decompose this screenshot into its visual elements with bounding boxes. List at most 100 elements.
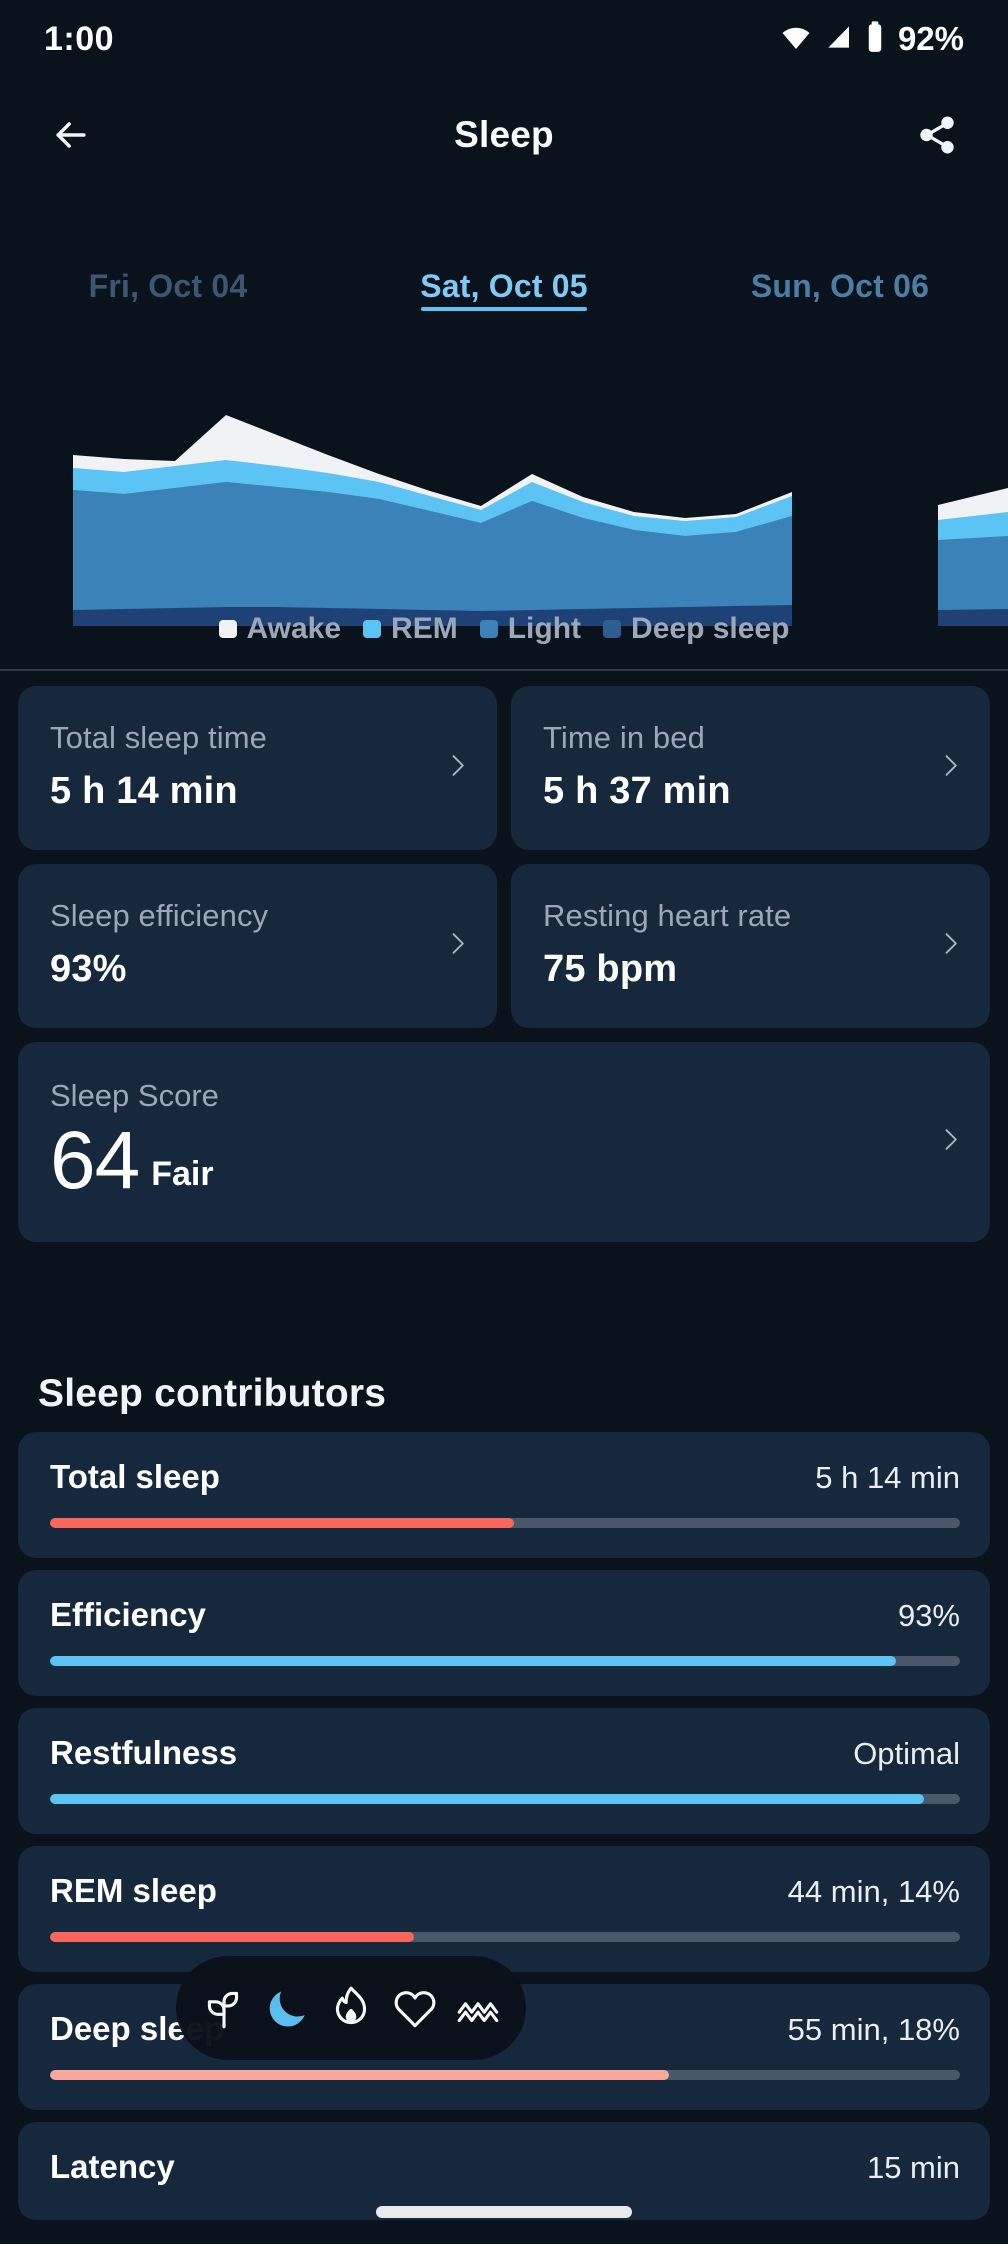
sleep-score-label: Sleep Score	[50, 1078, 219, 1113]
contributor-name: Restfulness	[50, 1734, 238, 1771]
sprout-icon[interactable]	[198, 1982, 250, 2034]
metric-card-grid: Total sleep time 5 h 14 min Time in bed …	[0, 686, 1008, 1242]
page-title: Sleep	[454, 114, 554, 155]
legend-item-awake: Awake	[218, 612, 342, 646]
contributor-value: 44 min, 14%	[787, 1874, 960, 1909]
progress-fill	[50, 1794, 924, 1804]
floating-nav-bar[interactable]	[176, 1956, 526, 2060]
sleep-score-row: 64 Fair	[50, 1120, 960, 1202]
sleep-screen: 1:00 92% Sleep Fri, Oct 04 Sat, Oct 05 S…	[0, 0, 1008, 2244]
progress-track	[50, 1932, 960, 1942]
date-tab-strip[interactable]: Fri, Oct 04 Sat, Oct 05 Sun, Oct 06	[0, 262, 1008, 342]
legend-item-light: Light	[479, 612, 582, 646]
contributor-header: Total sleep 5 h 14 min	[50, 1458, 960, 1496]
date-tab-label: Sun, Oct 06	[750, 268, 930, 304]
contributor-value: 15 min	[866, 2150, 960, 2185]
battery-percent: 92%	[897, 20, 964, 57]
chevron-right-icon	[443, 924, 471, 969]
app-header: Sleep	[0, 88, 1008, 182]
chevron-right-icon	[936, 924, 964, 969]
legend-swatch-deep	[603, 620, 622, 638]
status-indicators: 92%	[779, 20, 964, 59]
back-button[interactable]	[44, 108, 98, 162]
card-resting-heart-rate[interactable]: Resting heart rate 75 bpm	[511, 864, 990, 1028]
sleep-contributors-heading: Sleep contributors	[38, 1372, 387, 1415]
share-button[interactable]	[910, 108, 964, 162]
card-value: 5 h 14 min	[50, 770, 238, 812]
contributor-value: 93%	[897, 1598, 960, 1633]
progress-track	[50, 1518, 960, 1528]
contributor-row-efficiency[interactable]: Efficiency 93%	[18, 1570, 990, 1696]
chart-legend: Awake REM Light Deep sleep	[0, 612, 1008, 646]
date-tab-label: Sat, Oct 05	[420, 268, 588, 304]
chevron-right-icon	[936, 1120, 964, 1165]
contributor-name: REM sleep	[50, 1872, 217, 1909]
contributor-row-restfulness[interactable]: Restfulness Optimal	[18, 1708, 990, 1834]
progress-fill	[50, 1656, 897, 1666]
date-tab-current[interactable]: Sat, Oct 05	[336, 262, 672, 311]
card-label: Sleep efficiency	[50, 898, 269, 933]
card-sleep-score[interactable]: Sleep Score 64 Fair	[18, 1042, 990, 1242]
progress-track	[50, 1794, 960, 1804]
status-clock: 1:00	[44, 19, 115, 58]
sleep-contributors-list: Total sleep 5 h 14 min Efficiency 93% Re…	[0, 1432, 1008, 2232]
contributor-header: Latency 15 min	[50, 2148, 960, 2186]
heart-icon[interactable]	[389, 1982, 441, 2034]
contributor-name: Total sleep	[50, 1458, 220, 1495]
card-label: Time in bed	[543, 720, 705, 755]
card-label: Resting heart rate	[543, 898, 792, 933]
metric-card-row-1: Total sleep time 5 h 14 min Time in bed …	[18, 686, 990, 850]
activity-icon[interactable]	[452, 1982, 504, 2034]
chevron-right-icon	[936, 746, 964, 791]
contributor-name: Latency	[50, 2148, 175, 2185]
legend-item-deep: Deep sleep	[603, 612, 789, 646]
date-tab-label: Fri, Oct 04	[88, 268, 248, 304]
status-bar: 1:00 92%	[0, 0, 1008, 78]
progress-fill	[50, 1932, 414, 1942]
date-tab-next[interactable]: Sun, Oct 06	[672, 262, 1008, 305]
home-indicator	[376, 2206, 632, 2218]
card-time-in-bed[interactable]: Time in bed 5 h 37 min	[511, 686, 990, 850]
card-total-sleep-time[interactable]: Total sleep time 5 h 14 min	[18, 686, 497, 850]
legend-swatch-awake	[218, 620, 237, 638]
contributor-row-rem-sleep[interactable]: REM sleep 44 min, 14%	[18, 1846, 990, 1972]
contributor-header: Efficiency 93%	[50, 1596, 960, 1634]
legend-label-deep: Deep sleep	[631, 612, 790, 645]
progress-fill	[50, 1518, 515, 1528]
contributor-name: Efficiency	[50, 1596, 206, 1633]
contributor-value: Optimal	[853, 1736, 960, 1771]
card-value: 5 h 37 min	[543, 770, 731, 812]
legend-swatch-rem	[363, 620, 382, 638]
metric-card-row-2: Sleep efficiency 93% Resting heart rate …	[18, 864, 990, 1028]
active-tab-underline	[421, 307, 587, 311]
sleep-score-value: 64	[50, 1115, 140, 1206]
contributor-header: Restfulness Optimal	[50, 1734, 960, 1772]
legend-swatch-light	[479, 620, 498, 638]
card-value: 93%	[50, 948, 127, 990]
progress-fill	[50, 2070, 669, 2080]
legend-label-rem: REM	[391, 612, 458, 645]
cell-signal-icon	[824, 22, 854, 57]
contributor-value: 5 h 14 min	[815, 1460, 960, 1495]
legend-item-rem: REM	[363, 612, 458, 646]
progress-track	[50, 2070, 960, 2080]
progress-track	[50, 1656, 960, 1666]
contributor-value: 55 min, 18%	[787, 2012, 960, 2047]
battery-icon	[865, 20, 885, 59]
card-sleep-efficiency[interactable]: Sleep efficiency 93%	[18, 864, 497, 1028]
card-value: 75 bpm	[543, 948, 678, 990]
contributor-header: REM sleep 44 min, 14%	[50, 1872, 960, 1910]
section-divider	[0, 669, 1008, 671]
chevron-right-icon	[443, 746, 471, 791]
flame-icon[interactable]	[325, 1982, 377, 2034]
legend-label-awake: Awake	[246, 612, 342, 645]
moon-icon[interactable]	[261, 1982, 313, 2034]
sleep-score-qualifier: Fair	[151, 1155, 214, 1193]
date-tab-prev[interactable]: Fri, Oct 04	[0, 262, 336, 305]
chart-day-next-partial	[938, 488, 1008, 626]
series-light-next	[938, 536, 1008, 610]
chart-day-current	[73, 415, 792, 626]
card-label: Total sleep time	[50, 720, 267, 755]
contributor-row-total-sleep[interactable]: Total sleep 5 h 14 min	[18, 1432, 990, 1558]
legend-label-light: Light	[507, 612, 582, 645]
